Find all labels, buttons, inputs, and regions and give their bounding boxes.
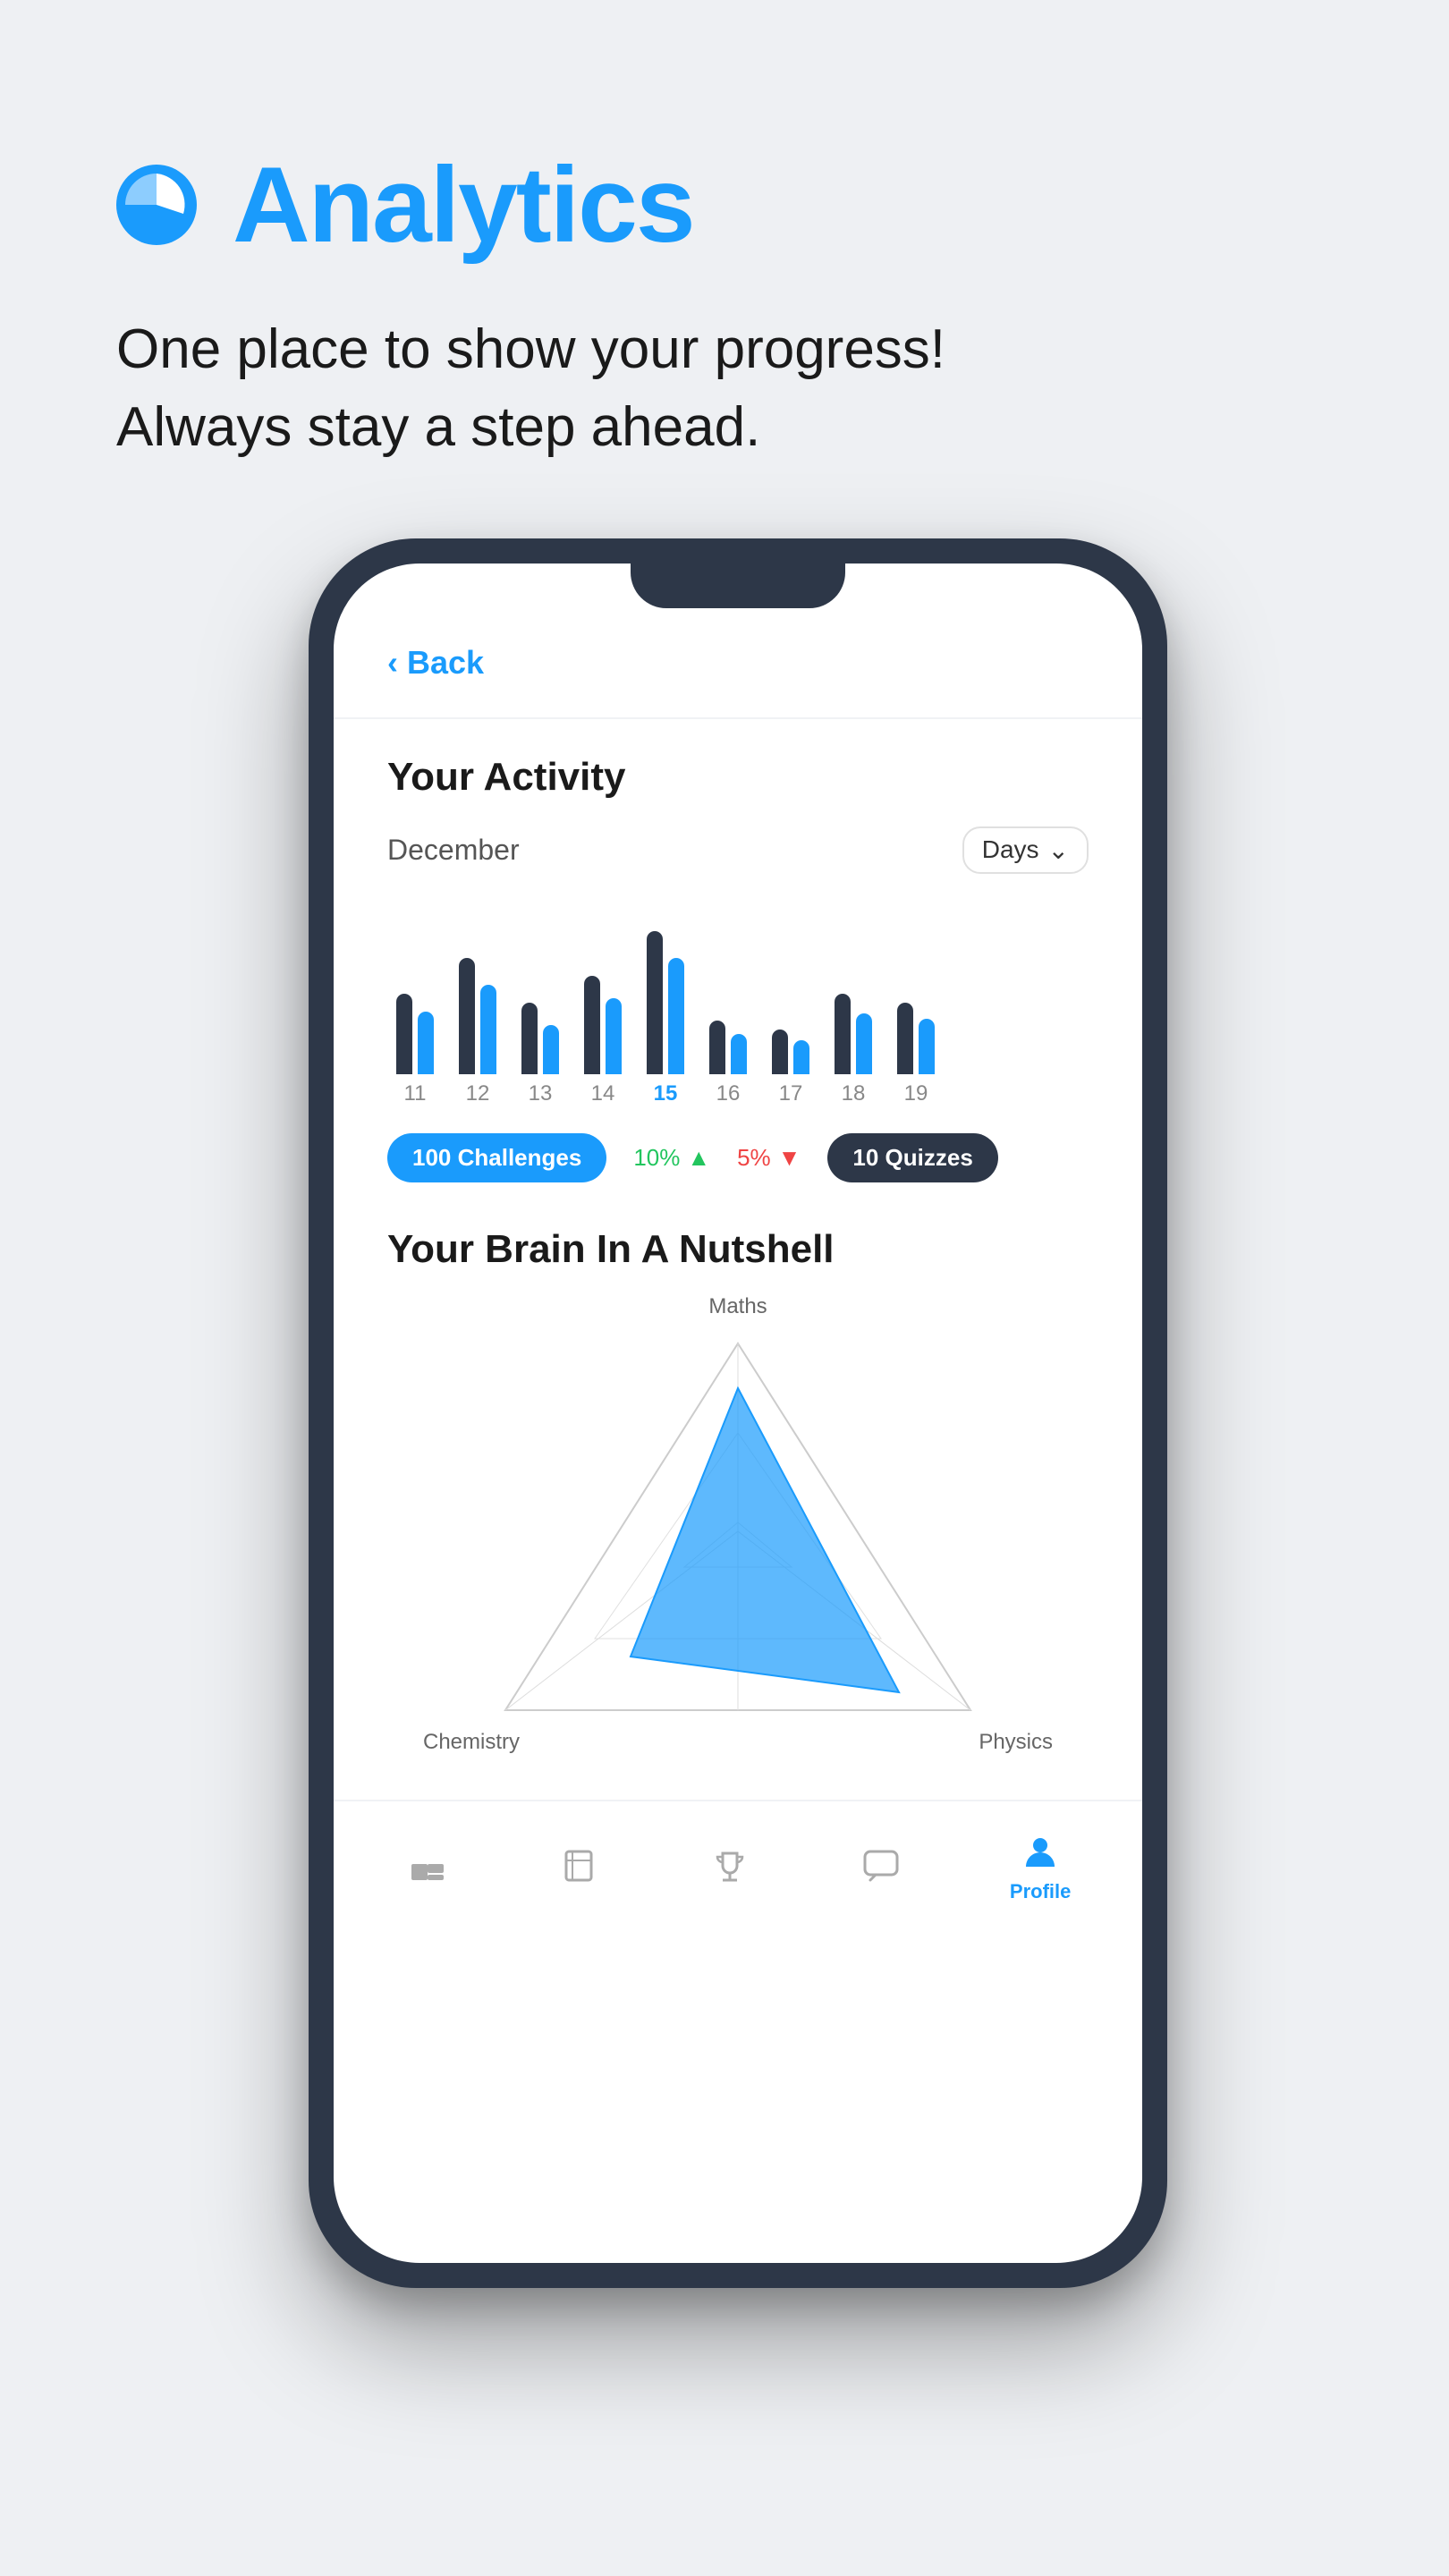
bottom-nav: Profile [334,1800,1142,1939]
arrow-up-icon: ▲ [687,1144,710,1172]
month-label: December [387,834,520,867]
arrow-down-icon: ▼ [778,1144,801,1172]
nav-item-profile[interactable]: Profile [1010,1828,1071,1903]
analytics-icon [116,165,197,245]
bar-group-19: 19 [897,1003,935,1106]
bar-group-13: 13 [521,1003,559,1106]
bar-group-16: 16 [709,1021,747,1106]
nav-item-learn[interactable] [556,1843,601,1888]
activity-section: Your Activity December Days ⌄ [387,755,1089,1182]
radar-svg [470,1317,1006,1746]
challenges-badge: 100 Challenges [387,1133,606,1182]
bar-group-15: 15 [647,931,684,1106]
divider [334,717,1142,719]
chat-icon [859,1843,903,1888]
radar-label-chemistry: Chemistry [423,1730,520,1755]
days-selector[interactable]: Days ⌄ [962,826,1089,874]
profile-nav-label: Profile [1010,1880,1071,1903]
nav-item-home[interactable] [405,1843,450,1888]
bar-group-11: 11 [396,994,434,1106]
quizzes-badge: 10 Quizzes [827,1133,997,1182]
bar-chart: 11 12 13 14 [387,910,1089,1106]
phone-container: ‹ Back Your Activity December Days ⌄ [116,538,1360,2288]
phone-outer: ‹ Back Your Activity December Days ⌄ [309,538,1167,2288]
bar-group-17: 17 [772,1030,809,1106]
page-title: Analytics [233,143,694,267]
screen-content: ‹ Back Your Activity December Days ⌄ [334,564,1142,1764]
home-icon [405,1843,450,1888]
radar-label-maths: Maths [708,1294,767,1319]
bar-group-12: 12 [459,958,496,1106]
subtitle: One place to show your progress! Always … [116,311,1360,467]
back-chevron-icon: ‹ [387,644,398,682]
phone-notch [631,564,845,608]
title-row: Analytics [116,143,1360,267]
brain-section: Your Brain In A Nutshell Maths [387,1227,1089,1764]
chevron-down-icon: ⌄ [1048,835,1069,865]
bar-group-18: 18 [835,994,872,1106]
stat-red: 5% ▼ [737,1144,801,1172]
book-icon [556,1843,601,1888]
activity-header: December Days ⌄ [387,826,1089,874]
stats-row: 100 Challenges 10% ▲ 5% ▼ 10 Quizzes [387,1133,1089,1182]
page-wrapper: Analytics One place to show your progres… [0,0,1449,2576]
radar-label-physics: Physics [979,1730,1053,1755]
nav-item-trophy[interactable] [708,1843,752,1888]
profile-icon [1018,1828,1063,1873]
brain-title: Your Brain In A Nutshell [387,1227,1089,1272]
activity-title: Your Activity [387,755,1089,800]
stat-green: 10% ▲ [633,1144,710,1172]
trophy-icon [708,1843,752,1888]
radar-chart: Maths [387,1299,1089,1764]
bar-group-14: 14 [584,976,622,1106]
header-section: Analytics One place to show your progres… [116,143,1360,467]
back-button[interactable]: ‹ Back [387,644,1089,682]
nav-item-chat[interactable] [859,1843,903,1888]
phone-screen: ‹ Back Your Activity December Days ⌄ [334,564,1142,2263]
